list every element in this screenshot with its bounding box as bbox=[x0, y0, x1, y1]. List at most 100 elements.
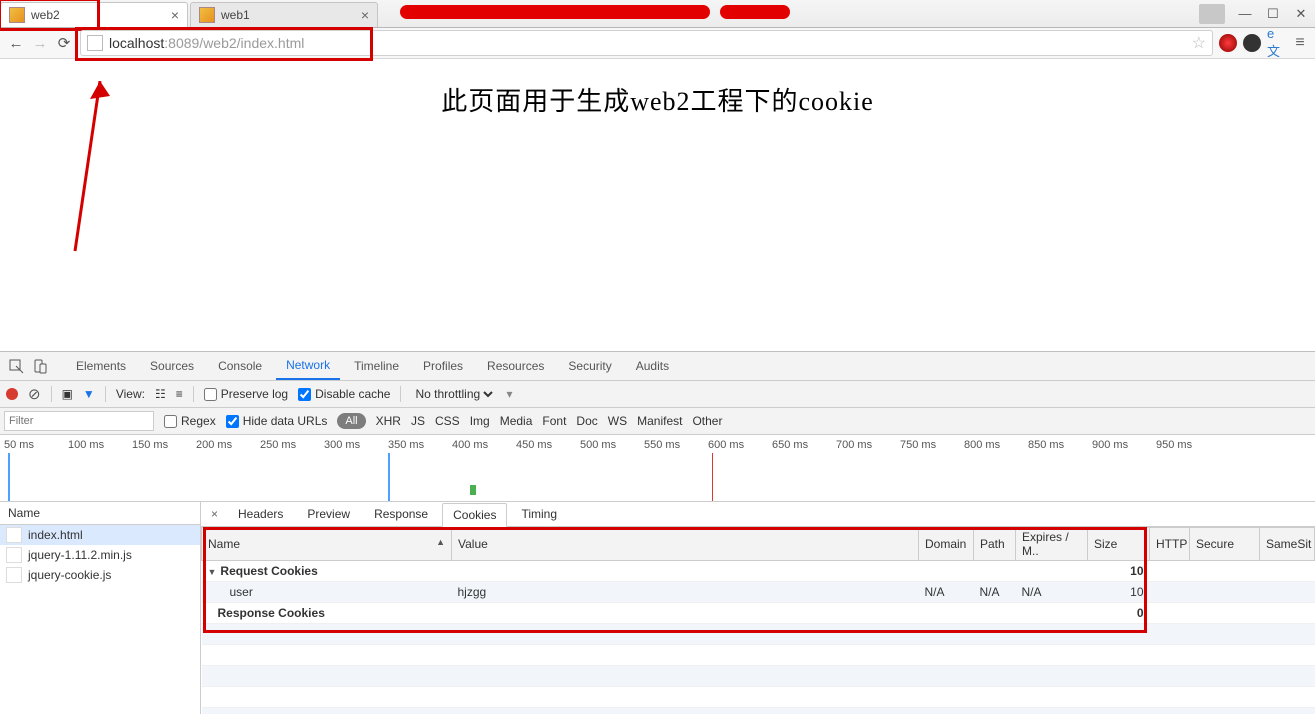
col-samesite: SameSit bbox=[1260, 528, 1315, 561]
bookmark-star-icon[interactable]: ☆ bbox=[1192, 33, 1206, 53]
filter-type-js[interactable]: JS bbox=[411, 414, 425, 428]
preserve-log-checkbox[interactable]: Preserve log bbox=[204, 387, 288, 401]
col-http: HTTP bbox=[1150, 528, 1190, 561]
filter-type-font[interactable]: Font bbox=[542, 414, 566, 428]
filter-type-css[interactable]: CSS bbox=[435, 414, 460, 428]
col-size: Size bbox=[1088, 528, 1150, 561]
device-mode-icon[interactable] bbox=[30, 356, 50, 376]
devtools-tab-bar: Elements Sources Console Network Timelin… bbox=[0, 352, 1315, 381]
throttling-select[interactable]: No throttling bbox=[411, 386, 496, 402]
window-controls: — ☐ ✕ bbox=[1199, 0, 1315, 27]
request-detail-panel: × Headers Preview Response Cookies Timin… bbox=[201, 502, 1315, 714]
request-item-index[interactable]: index.html bbox=[0, 525, 200, 545]
cookies-table: Name Value Domain Path Expires / M.. Siz… bbox=[201, 527, 1315, 714]
network-lower-pane: Name index.html jquery-1.11.2.min.js jqu… bbox=[0, 502, 1315, 714]
page-heading: 此页面用于生成web2工程下的cookie bbox=[0, 81, 1315, 118]
devtools-tab-network[interactable]: Network bbox=[276, 352, 340, 380]
annotation-smear bbox=[720, 5, 790, 19]
close-tab-icon[interactable]: × bbox=[361, 8, 369, 22]
timeline-ticks: 50 ms100 ms 150 ms200 ms 250 ms300 ms 35… bbox=[0, 435, 1315, 451]
reload-button[interactable]: ⟳ bbox=[52, 31, 76, 55]
page-content: 此页面用于生成web2工程下的cookie bbox=[0, 81, 1315, 351]
view-large-icon[interactable]: ☷ bbox=[155, 387, 166, 401]
tab-title: web1 bbox=[221, 8, 250, 22]
forward-button[interactable]: → bbox=[28, 31, 52, 55]
network-filter-bar: Regex Hide data URLs All XHR JS CSS Img … bbox=[0, 408, 1315, 435]
request-item-jquery-cookie[interactable]: jquery-cookie.js bbox=[0, 565, 200, 585]
request-item-jquery[interactable]: jquery-1.11.2.min.js bbox=[0, 545, 200, 565]
view-small-icon[interactable]: ≡ bbox=[176, 387, 183, 401]
filter-type-all[interactable]: All bbox=[337, 413, 365, 429]
cookie-row-user[interactable]: user hjzgg N/A N/A N/A 10 bbox=[202, 582, 1315, 603]
devtools-tab-resources[interactable]: Resources bbox=[477, 352, 554, 380]
filter-type-xhr[interactable]: XHR bbox=[376, 414, 401, 428]
back-button[interactable]: ← bbox=[4, 31, 28, 55]
view-label: View: bbox=[116, 387, 145, 401]
col-secure: Secure bbox=[1190, 528, 1260, 561]
devtools-tab-profiles[interactable]: Profiles bbox=[413, 352, 473, 380]
close-detail-icon[interactable]: × bbox=[205, 507, 224, 521]
filter-type-img[interactable]: Img bbox=[470, 414, 490, 428]
page-icon bbox=[87, 35, 103, 51]
extension-icon[interactable] bbox=[1243, 34, 1261, 52]
menu-icon[interactable]: ≡ bbox=[1291, 34, 1309, 52]
col-name: Name bbox=[202, 528, 452, 561]
address-bar-row: ← → ⟳ localhost:8089/web2/index.html ☆ e… bbox=[0, 28, 1315, 59]
hide-data-urls-checkbox[interactable]: Hide data URLs bbox=[226, 414, 328, 428]
annotation-smear bbox=[400, 5, 710, 19]
response-cookies-section[interactable]: Response Cookies 0 bbox=[202, 603, 1315, 624]
browser-tab-web1[interactable]: web1 × bbox=[190, 2, 378, 27]
address-bar[interactable]: localhost:8089/web2/index.html ☆ bbox=[80, 30, 1213, 56]
detail-tab-bar: × Headers Preview Response Cookies Timin… bbox=[201, 502, 1315, 527]
file-icon bbox=[6, 527, 22, 543]
minimize-button[interactable]: — bbox=[1231, 4, 1259, 24]
devtools-tab-sources[interactable]: Sources bbox=[140, 352, 204, 380]
devtools-tab-console[interactable]: Console bbox=[208, 352, 272, 380]
request-list-header[interactable]: Name bbox=[0, 502, 200, 525]
network-toolbar: ⊘ ▣ ▼ View: ☷ ≡ Preserve log Disable cac… bbox=[0, 381, 1315, 408]
cookies-header-row[interactable]: Name Value Domain Path Expires / M.. Siz… bbox=[202, 528, 1315, 561]
close-tab-icon[interactable]: × bbox=[171, 8, 179, 22]
detail-tab-preview[interactable]: Preview bbox=[297, 503, 360, 525]
extension-icons: e文 ≡ bbox=[1217, 34, 1311, 52]
detail-tab-cookies[interactable]: Cookies bbox=[442, 503, 507, 527]
detail-tab-response[interactable]: Response bbox=[364, 503, 438, 525]
filter-type-media[interactable]: Media bbox=[500, 414, 533, 428]
devtools-tab-audits[interactable]: Audits bbox=[626, 352, 679, 380]
devtools-tab-elements[interactable]: Elements bbox=[66, 352, 136, 380]
filter-type-ws[interactable]: WS bbox=[608, 414, 627, 428]
address-host: localhost bbox=[109, 35, 164, 51]
inspect-element-icon[interactable] bbox=[6, 356, 26, 376]
col-expires: Expires / M.. bbox=[1016, 528, 1088, 561]
request-list-panel: Name index.html jquery-1.11.2.min.js jqu… bbox=[0, 502, 201, 714]
clear-button[interactable]: ⊘ bbox=[28, 385, 41, 403]
file-icon bbox=[6, 547, 22, 563]
annotation-arrow bbox=[60, 81, 120, 261]
extension-icon[interactable] bbox=[1219, 34, 1237, 52]
capture-screenshot-icon[interactable]: ▣ bbox=[62, 387, 73, 401]
browser-tab-strip: web2 × web1 × — ☐ ✕ bbox=[0, 0, 1315, 28]
browser-tab-web2[interactable]: web2 × bbox=[0, 2, 188, 27]
regex-checkbox[interactable]: Regex bbox=[164, 414, 216, 428]
devtools-tab-timeline[interactable]: Timeline bbox=[344, 352, 409, 380]
profile-avatar-icon[interactable] bbox=[1199, 4, 1225, 24]
filter-input[interactable] bbox=[4, 411, 154, 431]
close-window-button[interactable]: ✕ bbox=[1287, 4, 1315, 24]
filter-type-manifest[interactable]: Manifest bbox=[637, 414, 682, 428]
extension-icon[interactable]: e文 bbox=[1267, 34, 1285, 52]
network-timeline[interactable]: 50 ms100 ms 150 ms200 ms 250 ms300 ms 35… bbox=[0, 435, 1315, 502]
col-domain: Domain bbox=[919, 528, 974, 561]
file-icon bbox=[6, 567, 22, 583]
detail-tab-headers[interactable]: Headers bbox=[228, 503, 293, 525]
detail-tab-timing[interactable]: Timing bbox=[511, 503, 567, 525]
col-path: Path bbox=[974, 528, 1016, 561]
request-cookies-section[interactable]: Request Cookies 10 bbox=[202, 561, 1315, 582]
maximize-button[interactable]: ☐ bbox=[1259, 4, 1287, 24]
filter-type-doc[interactable]: Doc bbox=[576, 414, 597, 428]
record-button[interactable] bbox=[6, 388, 18, 400]
devtools: Elements Sources Console Network Timelin… bbox=[0, 351, 1315, 714]
disable-cache-checkbox[interactable]: Disable cache bbox=[298, 387, 390, 401]
filter-type-other[interactable]: Other bbox=[692, 414, 722, 428]
filter-toggle-icon[interactable]: ▼ bbox=[83, 387, 95, 401]
devtools-tab-security[interactable]: Security bbox=[558, 352, 621, 380]
